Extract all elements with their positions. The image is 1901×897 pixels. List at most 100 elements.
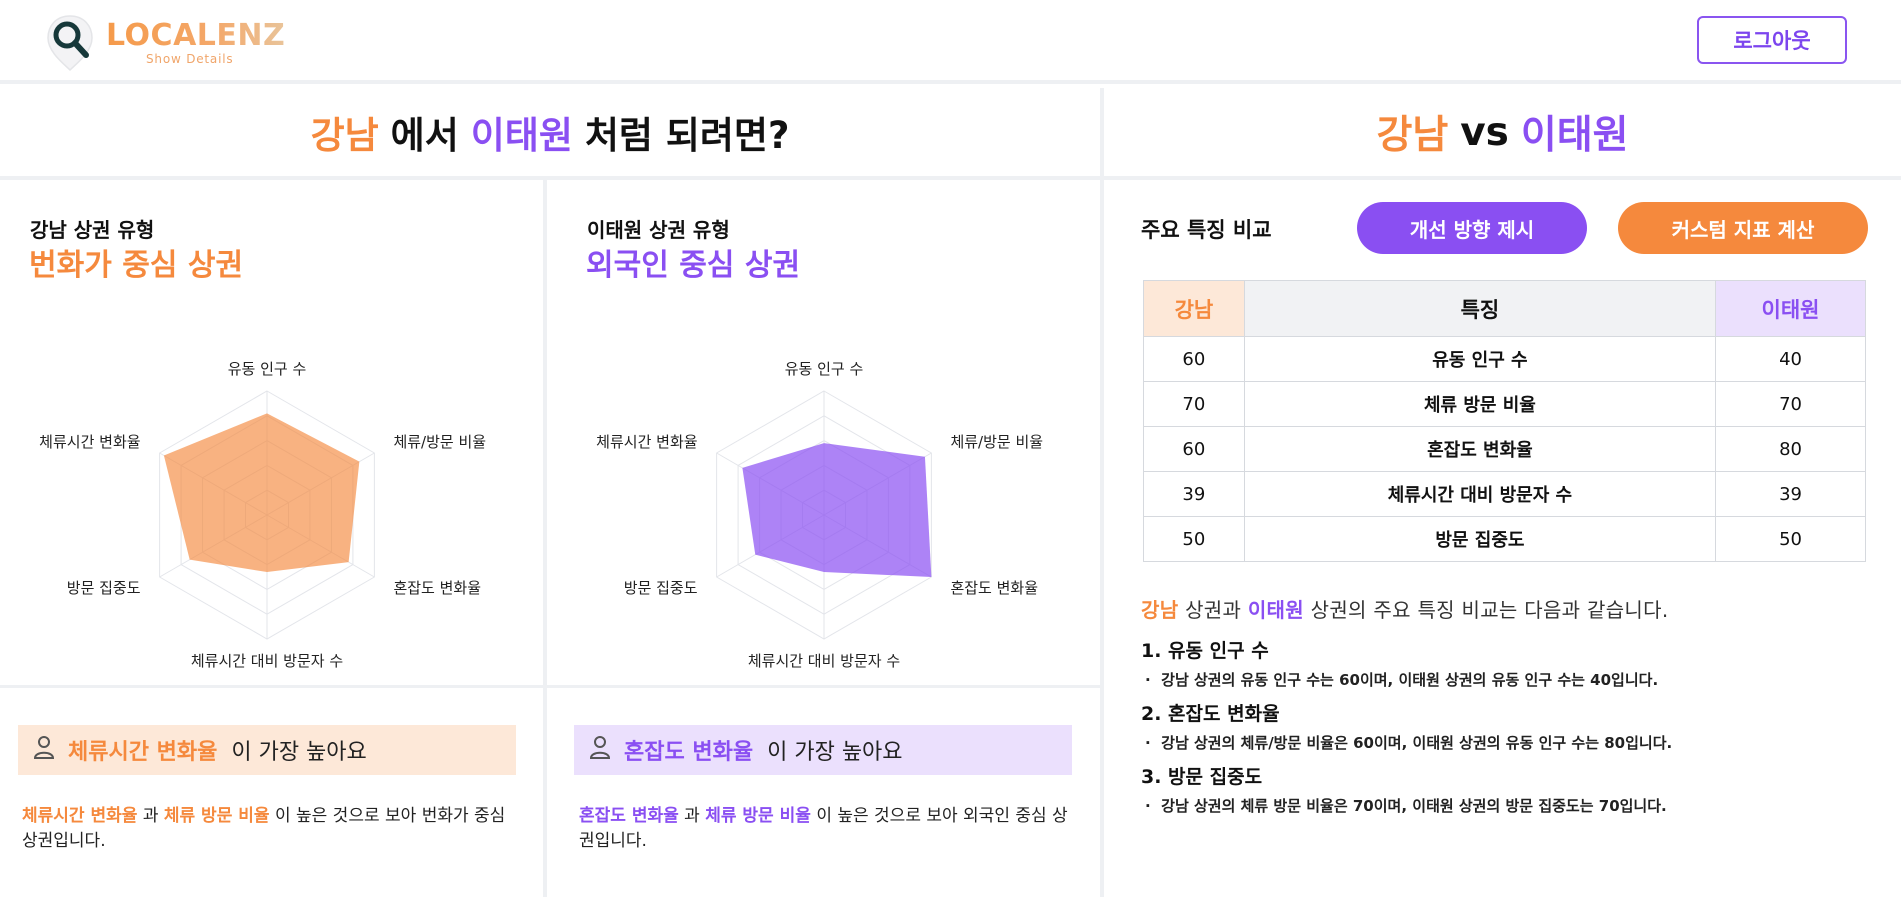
vs-area-a: 강남: [1376, 113, 1449, 158]
area-a-panel: 강남 상권 유형 번화가 중심 상권 유동 인구 수체류/방문 비율혼잡도 변화…: [0, 180, 541, 685]
summary-area-b: 이태원: [1247, 598, 1304, 622]
value-area-a: 60: [1143, 336, 1245, 382]
user-icon: [588, 734, 612, 766]
value-area-a: 39: [1143, 471, 1245, 517]
header-area-b: 이태원: [1715, 280, 1866, 337]
top-metric-tail: 이 가장 높아요: [231, 740, 367, 765]
value-area-a: 50: [1143, 516, 1245, 562]
radar-axis-label: 체류시간 변화율: [39, 433, 140, 451]
radar-axis-label: 체류/방문 비율: [393, 433, 486, 451]
table-row: 50 방문 집중도 50: [1143, 516, 1866, 562]
area-type-value: 번화가 중심 상권: [29, 248, 244, 283]
area-type-label: 이태원 상권 유형: [587, 218, 730, 242]
table-row: 39 체류시간 대비 방문자 수 39: [1143, 471, 1866, 517]
table-row: 60 혼잡도 변화율 80: [1143, 426, 1866, 472]
top-metric-badge-b: 혼잡도 변화율 이 가장 높아요: [574, 725, 1072, 775]
area-b-description: 혼잡도 변화율 과 체류 방문 비율 이 높은 것으로 보아 외국인 중심 상권…: [579, 804, 1079, 854]
value-area-b: 70: [1715, 381, 1866, 427]
comparison-point: 1. 유동 인구 수 · 강남 상권의 유동 인구 수는 60이며, 이태원 상…: [1141, 636, 1658, 690]
feature-name: 방문 집중도: [1243, 516, 1717, 562]
title-area-b: 이태원: [470, 114, 573, 157]
comparison-point: 2. 혼잡도 변화율 · 강남 상권의 체류/방문 비율은 60이며, 이태원 …: [1141, 699, 1672, 753]
comparison-table: 강남 특징 이태원 60 유동 인구 수 40 70 체류 방문 비율 70 6…: [1143, 280, 1866, 562]
summary-area-a: 강남: [1141, 598, 1179, 622]
panel-divider: [543, 180, 547, 897]
point-title: 1. 유동 인구 수: [1141, 640, 1269, 662]
radar-axis-label: 체류시간 변화율: [596, 433, 697, 451]
radar-axis-label: 유동 인구 수: [228, 360, 307, 378]
top-metric-keyword: 혼잡도 변화율: [624, 740, 754, 765]
point-title: 3. 방문 집중도: [1141, 766, 1263, 788]
value-area-b: 40: [1715, 336, 1866, 382]
vs-label: vs: [1460, 109, 1509, 155]
logout-button[interactable]: 로그아웃: [1697, 16, 1847, 64]
area-a-description: 체류시간 변화율 과 체류 방문 비율 이 높은 것으로 보아 번화가 중심 상…: [22, 804, 522, 854]
feature-name: 체류시간 대비 방문자 수: [1243, 471, 1717, 517]
comparison-summary: 강남 상권과 이태원 상권의 주요 특징 비교는 다음과 같습니다.: [1141, 594, 1669, 623]
value-area-b: 50: [1715, 516, 1866, 562]
value-area-a: 60: [1143, 426, 1245, 472]
value-area-a: 70: [1143, 381, 1245, 427]
radar-axis-label: 체류/방문 비율: [950, 433, 1043, 451]
point-text: 강남 상권의 체류 방문 비율은 70이며, 이태원 상권의 방문 집중도는 7…: [1161, 797, 1667, 815]
top-metric-tail: 이 가장 높아요: [767, 740, 903, 765]
area-type-value: 외국인 중심 상권: [586, 248, 801, 283]
table-row: 60 유동 인구 수 40: [1143, 336, 1866, 382]
radar-axis-label: 혼잡도 변화율: [950, 579, 1038, 597]
header-feature: 특징: [1243, 280, 1717, 337]
point-text: 강남 상권의 유동 인구 수는 60이며, 이태원 상권의 유동 인구 수는 4…: [1161, 671, 1659, 689]
desc-keyword-1: 체류시간 변화율: [22, 806, 138, 826]
desc-keyword-1: 혼잡도 변화율: [579, 806, 679, 826]
feature-name: 체류 방문 비율: [1243, 381, 1717, 427]
logo-name: LOCALENZ: [106, 18, 286, 53]
comparison-point: 3. 방문 집중도 · 강남 상권의 체류 방문 비율은 70이며, 이태원 상…: [1141, 762, 1667, 816]
point-title: 2. 혼잡도 변화율: [1141, 703, 1280, 725]
radar-axis-label: 체류시간 대비 방문자 수: [191, 652, 343, 670]
summary-tail: 상권의 주요 특징 비교는 다음과 같습니다.: [1310, 598, 1669, 622]
panel-bottom-divider: [0, 685, 1100, 688]
value-area-b: 39: [1715, 471, 1866, 517]
area-type-label: 강남 상권 유형: [30, 218, 155, 242]
radar-axis-label: 유동 인구 수: [785, 360, 864, 378]
desc-and: 과: [684, 806, 700, 826]
radar-data-area: [742, 443, 932, 577]
improve-direction-button[interactable]: 개선 방향 제시: [1357, 202, 1587, 254]
logo-subtitle: Show Details: [146, 52, 234, 66]
radar-axis-label: 체류시간 대비 방문자 수: [748, 652, 900, 670]
search-pin-icon: [44, 12, 100, 72]
point-body: · 강남 상권의 유동 인구 수는 60이며, 이태원 상권의 유동 인구 수는…: [1145, 671, 1659, 689]
title-tail: 처럼 되려면?: [584, 114, 790, 157]
app-header: LOCALENZ Show Details 로그아웃: [0, 0, 1901, 84]
point-body: · 강남 상권의 체류 방문 비율은 70이며, 이태원 상권의 방문 집중도는…: [1145, 797, 1667, 815]
area-b-panel: 이태원 상권 유형 외국인 중심 상권 유동 인구 수체류/방문 비율혼잡도 변…: [557, 180, 1098, 685]
title-connector: 에서: [390, 114, 459, 157]
table-row: 70 체류 방문 비율 70: [1143, 381, 1866, 427]
top-metric-keyword: 체류시간 변화율: [68, 740, 218, 765]
radar-data-area: [163, 413, 360, 573]
feature-name: 혼잡도 변화율: [1243, 426, 1717, 472]
column-divider: [1100, 88, 1104, 897]
radar-chart-area-a: 유동 인구 수체류/방문 비율혼잡도 변화율체류시간 대비 방문자 수 방문 집중…: [39, 360, 486, 670]
point-body: · 강남 상권의 체류/방문 비율은 60이며, 이태원 상권의 유동 인구 수…: [1145, 734, 1673, 752]
top-metric-badge-a: 체류시간 변화율 이 가장 높아요: [18, 725, 516, 775]
user-icon: [32, 734, 56, 766]
point-text: 강남 상권의 체류/방문 비율은 60이며, 이태원 상권의 유동 인구 수는 …: [1161, 734, 1673, 752]
logo[interactable]: LOCALENZ Show Details: [44, 12, 286, 72]
radar-axis-label: 방문 집중도: [624, 579, 698, 597]
vs-area-b: 이태원: [1520, 113, 1629, 158]
comparison-title: 강남 vs 이태원: [1104, 88, 1901, 176]
summary-mid: 상권과: [1185, 598, 1242, 622]
header-area-a: 강남: [1143, 280, 1245, 337]
desc-keyword-2: 체류 방문 비율: [705, 806, 811, 826]
custom-metric-button[interactable]: 커스텀 지표 계산: [1618, 202, 1868, 254]
title-area-a: 강남: [310, 114, 379, 157]
comparison-label: 주요 특징 비교: [1141, 218, 1272, 242]
desc-keyword-2: 체류 방문 비율: [163, 806, 270, 826]
radar-axis-label: 방문 집중도: [67, 579, 141, 597]
radar-chart-area-b: 유동 인구 수체류/방문 비율혼잡도 변화율체류시간 대비 방문자 수 방문 집중…: [596, 360, 1043, 670]
page-title: 강남 에서 이태원 처럼 되려면?: [0, 88, 1100, 176]
feature-name: 유동 인구 수: [1243, 336, 1717, 382]
desc-and: 과: [142, 806, 159, 826]
radar-axis-label: 혼잡도 변화율: [393, 579, 481, 597]
value-area-b: 80: [1715, 426, 1866, 472]
